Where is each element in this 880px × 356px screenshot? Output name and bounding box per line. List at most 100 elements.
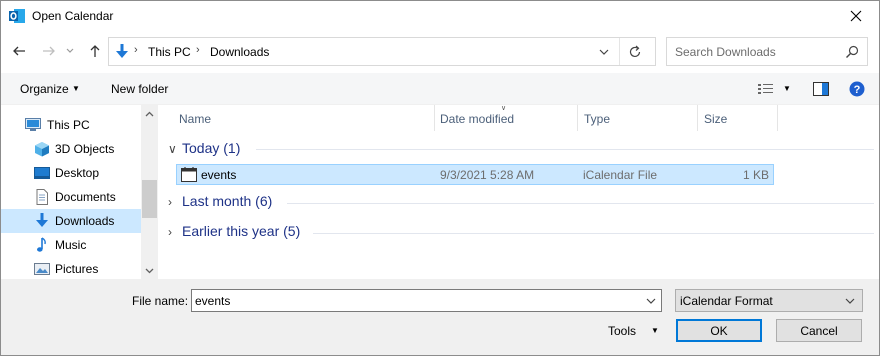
arrow-right-icon	[43, 46, 55, 56]
group-label: Earlier this year (5)	[182, 223, 301, 239]
scroll-up-button[interactable]	[141, 105, 158, 122]
column-header-name[interactable]: Name	[173, 105, 435, 131]
file-type-select[interactable]: iCalendar Format	[675, 289, 863, 312]
document-icon	[36, 189, 48, 205]
group-divider	[256, 149, 874, 150]
outlook-icon	[9, 9, 25, 23]
breadcrumb-this-pc[interactable]: This PC	[148, 45, 191, 59]
nav-label: Pictures	[55, 262, 99, 276]
address-bar[interactable]: › This PC › Downloads	[108, 37, 656, 66]
nav-label: Documents	[55, 190, 116, 204]
scroll-thumb[interactable]	[142, 180, 157, 218]
column-label: Date modified	[440, 112, 515, 126]
nav-item-documents[interactable]: Documents	[1, 185, 141, 209]
nav-label: Downloads	[55, 214, 115, 228]
calendar-icon	[181, 167, 197, 182]
close-icon	[850, 10, 862, 22]
organize-button[interactable]: Organize	[20, 82, 69, 96]
column-label: Type	[584, 112, 611, 126]
caret-down-icon[interactable]: ▼	[651, 326, 659, 335]
search-icon[interactable]	[845, 45, 859, 59]
scroll-down-button[interactable]	[141, 262, 158, 279]
computer-icon	[25, 118, 41, 131]
download-arrow-icon	[116, 44, 128, 58]
cube-icon	[35, 142, 49, 157]
search-placeholder: Search Downloads	[675, 45, 776, 59]
chevron-down-icon	[845, 298, 855, 304]
chevron-right-icon: ›	[196, 44, 200, 56]
file-name-value: events	[195, 294, 231, 308]
download-arrow-icon	[36, 213, 48, 227]
nav-item-music[interactable]: Music	[1, 233, 141, 257]
file-name-input[interactable]: events	[191, 289, 662, 312]
picture-icon	[34, 263, 50, 275]
file-type: iCalendar File	[583, 168, 658, 182]
group-header-earlier-this-year[interactable]: › Earlier this year (5)	[168, 223, 300, 239]
group-header-last-month[interactable]: › Last month (6)	[168, 193, 272, 209]
navigation-scrollbar[interactable]	[141, 105, 158, 279]
group-divider	[313, 233, 874, 234]
nav-label: 3D Objects	[55, 142, 115, 156]
chevron-down-icon	[66, 48, 74, 53]
group-label: Last month (6)	[182, 193, 273, 209]
desktop-icon	[34, 167, 50, 179]
file-name-label: File name:	[132, 294, 189, 308]
tools-button[interactable]: Tools	[608, 324, 636, 338]
chevron-up-icon	[145, 111, 154, 116]
close-button[interactable]	[833, 1, 879, 31]
help-icon[interactable]: ?	[849, 81, 865, 97]
command-bar: Organize ▼ New folder ▼ ?	[1, 73, 879, 105]
chevron-right-icon: ›	[168, 225, 172, 239]
nav-item-this-pc[interactable]: This PC	[1, 113, 141, 137]
group-header-today[interactable]: ∨ Today (1)	[168, 140, 240, 156]
music-note-icon	[37, 237, 46, 252]
nav-label: Desktop	[55, 166, 100, 180]
breadcrumb-downloads[interactable]: Downloads	[210, 45, 269, 59]
search-input[interactable]: Search Downloads	[666, 37, 868, 66]
navigation-pane: This PC 3D Objects Desktop Documents Dow…	[1, 105, 157, 279]
file-name: events	[201, 168, 237, 182]
recent-locations-button[interactable]	[63, 41, 77, 61]
chevron-down-icon[interactable]	[643, 293, 659, 309]
column-label: Name	[179, 112, 212, 126]
chevron-down-icon[interactable]	[596, 44, 612, 60]
chevron-right-icon: ›	[134, 44, 138, 56]
file-row[interactable]: events 9/3/2021 5:28 AM iCalendar File 1…	[176, 164, 774, 185]
file-type-value: iCalendar Format	[680, 294, 773, 308]
preview-pane-icon[interactable]	[813, 82, 829, 96]
nav-item-downloads[interactable]: Downloads	[1, 209, 141, 233]
chevron-right-icon: ›	[168, 195, 172, 209]
dialog-footer: File name: events iCalendar Format Tools…	[1, 279, 879, 355]
column-header-type[interactable]: Type	[578, 105, 698, 131]
column-label: Size	[704, 112, 728, 126]
new-folder-button[interactable]: New folder	[111, 82, 168, 96]
ok-button[interactable]: OK	[676, 319, 762, 342]
view-details-icon[interactable]	[758, 83, 774, 95]
nav-item-pictures[interactable]: Pictures	[1, 257, 141, 279]
forward-button[interactable]	[39, 41, 59, 61]
open-calendar-dialog: Open Calendar › This PC › Downloads Sear…	[0, 0, 880, 356]
group-divider	[287, 203, 874, 204]
chevron-down-icon	[145, 268, 154, 273]
window-title: Open Calendar	[32, 9, 114, 23]
title-bar: Open Calendar	[1, 1, 879, 31]
column-header-date-modified[interactable]: Date modified	[434, 105, 578, 131]
nav-label: This PC	[47, 118, 90, 132]
nav-item-3d-objects[interactable]: 3D Objects	[1, 137, 141, 161]
caret-down-icon[interactable]: ▼	[783, 84, 791, 93]
back-button[interactable]	[9, 41, 29, 61]
file-list: Name ∨ Date modified Type Size ∨ Today (1…	[161, 105, 879, 279]
arrow-up-icon	[90, 45, 100, 57]
file-size: 1 KB	[742, 168, 769, 182]
cancel-button[interactable]: Cancel	[776, 319, 862, 342]
up-button[interactable]	[85, 41, 105, 61]
arrow-left-icon	[13, 46, 25, 56]
chevron-down-icon: ∨	[168, 142, 177, 156]
nav-item-desktop[interactable]: Desktop	[1, 161, 141, 185]
refresh-button[interactable]	[625, 42, 645, 62]
svg-text:?: ?	[854, 84, 861, 96]
refresh-icon	[629, 45, 641, 58]
nav-label: Music	[55, 238, 87, 252]
divider	[619, 38, 620, 65]
column-header-size[interactable]: Size	[698, 105, 778, 131]
